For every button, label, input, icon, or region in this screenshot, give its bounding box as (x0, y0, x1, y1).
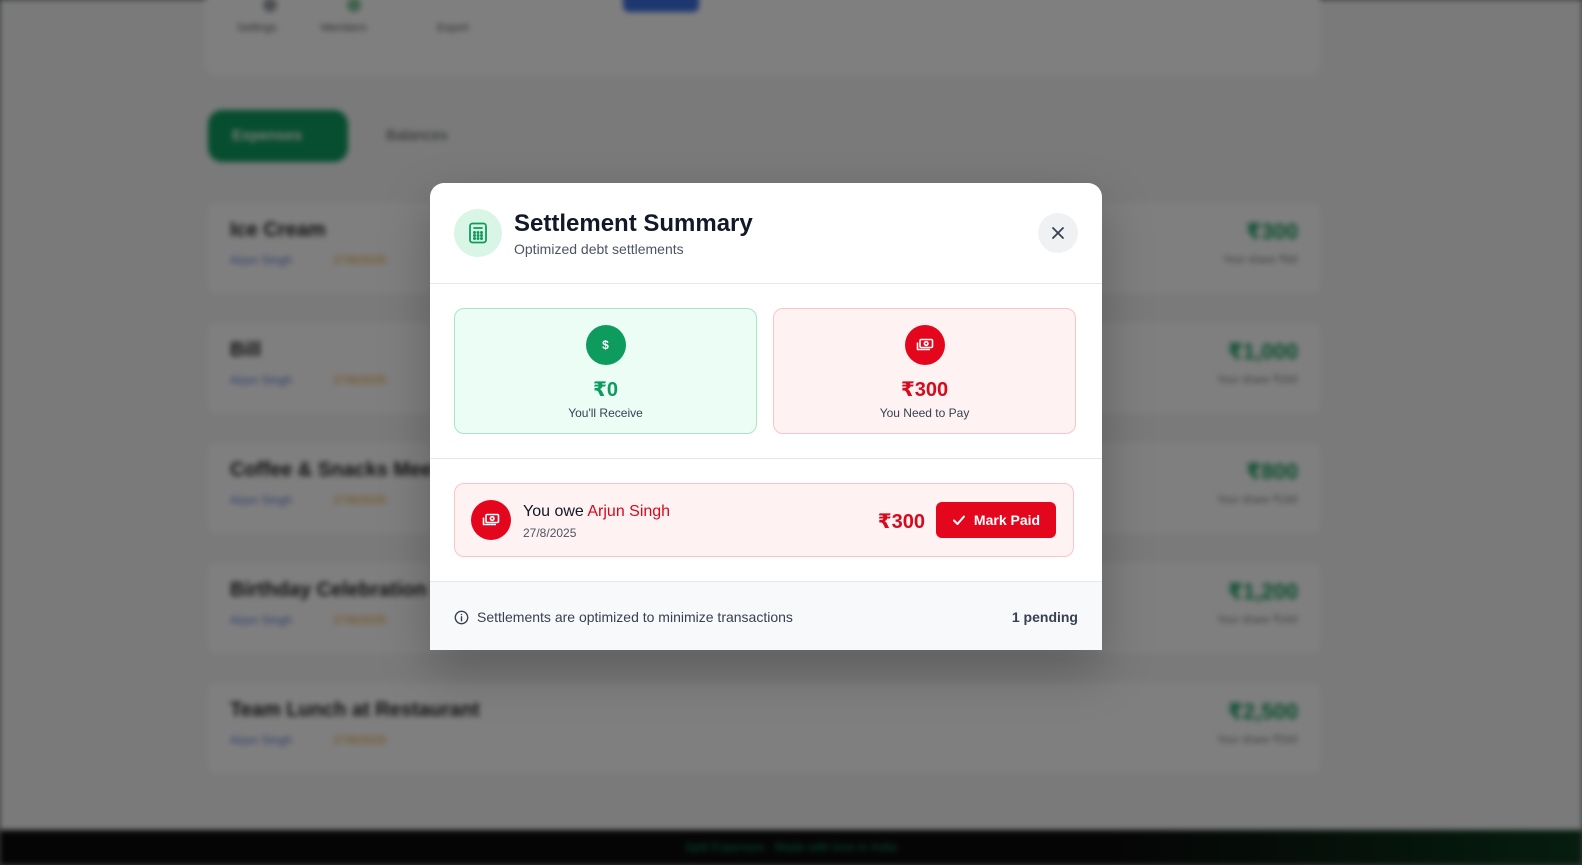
settlement-date: 27/8/2025 (523, 526, 577, 540)
modal-footer: Settlements are optimized to minimize tr… (430, 581, 1102, 650)
pay-label: You Need to Pay (879, 406, 970, 420)
settlement-item: You owe Arjun Singh 27/8/2025 ₹300 Mark … (454, 483, 1074, 557)
info-icon (454, 610, 469, 624)
cash-icon (904, 325, 945, 365)
mark-paid-button[interactable]: Mark Paid (936, 502, 1056, 538)
modal-header: Settlement Summary Optimized debt settle… (430, 183, 1102, 284)
footer-info-text: Settlements are optimized to minimize tr… (477, 609, 793, 625)
settlement-list: You owe Arjun Singh 27/8/2025 ₹300 Mark … (430, 459, 1102, 581)
summary-stats: $ ₹0 You'll Receive ₹300 You Need to Pay (430, 284, 1102, 459)
mark-paid-label: Mark Paid (973, 512, 1041, 528)
calculator-icon (454, 209, 502, 257)
close-button[interactable] (1038, 213, 1078, 253)
settlement-amount: ₹300 (877, 511, 925, 533)
receive-label: You'll Receive (568, 406, 643, 420)
receive-card: $ ₹0 You'll Receive (454, 308, 757, 434)
pay-amount: ₹300 (900, 379, 949, 401)
pay-card: ₹300 You Need to Pay (773, 308, 1076, 434)
settlement-description: You owe Arjun Singh (523, 503, 670, 521)
receive-amount: ₹0 (592, 379, 619, 401)
modal-subtitle: Optimized debt settlements (514, 241, 684, 257)
close-icon (1052, 227, 1064, 239)
dollar-icon: $ (585, 325, 626, 365)
check-icon (952, 515, 965, 525)
pending-count: 1 pending (1011, 609, 1078, 625)
cash-icon (471, 500, 511, 540)
modal-title: Settlement Summary (514, 210, 753, 237)
settlement-modal: Settlement Summary Optimized debt settle… (430, 183, 1102, 650)
footer-info: Settlements are optimized to minimize tr… (454, 609, 793, 625)
creditor-name: Arjun Singh (587, 503, 671, 520)
owe-prefix: You owe (523, 503, 584, 520)
